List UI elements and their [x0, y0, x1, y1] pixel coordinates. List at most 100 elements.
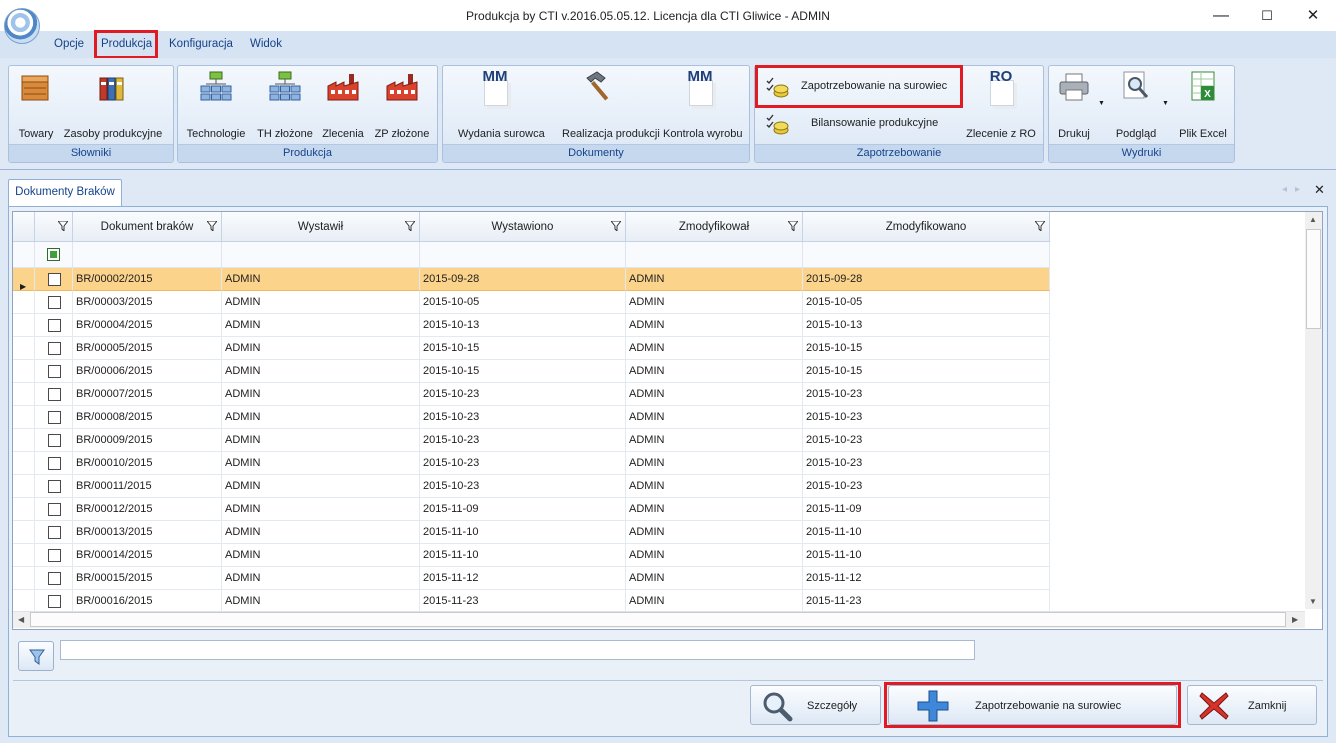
cell-zmodyfikowal[interactable]: ADMIN	[626, 590, 803, 613]
cell-wystawil[interactable]: ADMIN	[222, 291, 420, 314]
cell-dokument[interactable]: BR/00008/2015	[73, 406, 222, 429]
cell-wystawil[interactable]: ADMIN	[222, 429, 420, 452]
column-header-zmodyfikowal[interactable]: Zmodyfikował	[626, 212, 803, 242]
filter-funnel-icon[interactable]	[405, 221, 415, 231]
row-checkbox[interactable]	[48, 273, 61, 286]
cell-wystawiono[interactable]: 2015-11-09	[420, 498, 626, 521]
ribbon-button-plik-excel[interactable]: X Plik Excel	[1179, 68, 1227, 142]
minimize-button[interactable]: —	[1198, 0, 1244, 31]
table-row[interactable]: BR/00012/2015 ADMIN 2015-11-09 ADMIN 2015-11…	[13, 498, 1050, 521]
cell-zmodyfikowano[interactable]: 2015-11-10	[803, 521, 1050, 544]
table-row[interactable]: BR/00011/2015 ADMIN 2015-10-23 ADMIN 2015-10…	[13, 475, 1050, 498]
table-row[interactable]: BR/00006/2015 ADMIN 2015-10-15 ADMIN 2015-10…	[13, 360, 1050, 383]
ribbon-button-th-zlozone[interactable]: TH złożone	[257, 68, 313, 142]
drukuj-dropdown-icon[interactable]: ▼	[1098, 100, 1105, 107]
cell-zmodyfikowano[interactable]: 2015-10-13	[803, 314, 1050, 337]
column-header-wystawiono[interactable]: Wystawiono	[420, 212, 626, 242]
cell-wystawil[interactable]: ADMIN	[222, 475, 420, 498]
cell-dokument[interactable]: BR/00012/2015	[73, 498, 222, 521]
scroll-down-icon[interactable]: ▼	[1309, 597, 1317, 606]
filter-funnel-icon[interactable]	[58, 221, 68, 231]
ribbon-button-zlecenie-ro[interactable]: RO Zlecenie z RO	[966, 68, 1036, 142]
cell-wystawil[interactable]: ADMIN	[222, 268, 420, 291]
ribbon-button-towary[interactable]: Towary	[16, 68, 56, 142]
scroll-up-icon[interactable]: ▲	[1309, 215, 1317, 224]
cell-dokument[interactable]: BR/00015/2015	[73, 567, 222, 590]
cell-wystawil[interactable]: ADMIN	[222, 567, 420, 590]
row-checkbox[interactable]	[48, 296, 61, 309]
filter-cell-zmodyfikowal[interactable]	[626, 242, 803, 268]
table-row[interactable]: BR/00015/2015 ADMIN 2015-11-12 ADMIN 2015-11…	[13, 567, 1050, 590]
cell-dokument[interactable]: BR/00002/2015	[73, 268, 222, 291]
szczegoly-button[interactable]: Szczegóły	[750, 685, 881, 725]
tab-scroll-arrows-icon[interactable]: ◂▸	[1282, 184, 1308, 195]
row-checkbox[interactable]	[48, 480, 61, 493]
table-row[interactable]: ▶ BR/00002/2015 ADMIN 2015-09-28 ADMIN 2015-0…	[13, 268, 1050, 291]
cell-zmodyfikowano[interactable]: 2015-10-15	[803, 337, 1050, 360]
cell-wystawiono[interactable]: 2015-11-10	[420, 521, 626, 544]
table-row[interactable]: BR/00003/2015 ADMIN 2015-10-05 ADMIN 2015-10…	[13, 291, 1050, 314]
filter-cell-wystawiono[interactable]	[420, 242, 626, 268]
cell-wystawil[interactable]: ADMIN	[222, 544, 420, 567]
cell-wystawil[interactable]: ADMIN	[222, 314, 420, 337]
filter-cell-wystawil[interactable]	[222, 242, 420, 268]
vertical-scroll-thumb[interactable]	[1306, 229, 1321, 329]
cell-wystawiono[interactable]: 2015-11-10	[420, 544, 626, 567]
cell-wystawiono[interactable]: 2015-10-05	[420, 291, 626, 314]
table-row[interactable]: BR/00008/2015 ADMIN 2015-10-23 ADMIN 2015-10…	[13, 406, 1050, 429]
filter-funnel-icon[interactable]	[207, 221, 217, 231]
cell-zmodyfikowano[interactable]: 2015-10-23	[803, 383, 1050, 406]
row-checkbox[interactable]	[48, 319, 61, 332]
cell-zmodyfikowal[interactable]: ADMIN	[626, 337, 803, 360]
tab-close-icon[interactable]: ✕	[1314, 182, 1325, 198]
row-checkbox[interactable]	[48, 549, 61, 562]
cell-zmodyfikowano[interactable]: 2015-09-28	[803, 268, 1050, 291]
table-row[interactable]: BR/00010/2015 ADMIN 2015-10-23 ADMIN 2015-10…	[13, 452, 1050, 475]
ribbon-button-drukuj[interactable]: Drukuj	[1057, 68, 1091, 142]
ribbon-button-podglad[interactable]: Podgląd	[1116, 68, 1156, 142]
cell-zmodyfikowal[interactable]: ADMIN	[626, 544, 803, 567]
cell-zmodyfikowal[interactable]: ADMIN	[626, 429, 803, 452]
filter-text-input[interactable]	[60, 640, 975, 660]
menu-opcje[interactable]: Opcje	[54, 38, 84, 50]
cell-wystawiono[interactable]: 2015-10-23	[420, 406, 626, 429]
cell-dokument[interactable]: BR/00003/2015	[73, 291, 222, 314]
ribbon-button-kontrola[interactable]: MM Kontrola wyrobu	[663, 68, 743, 142]
cell-zmodyfikowano[interactable]: 2015-10-23	[803, 406, 1050, 429]
tab-dokumenty-brakow[interactable]: Dokumenty Braków	[8, 179, 122, 206]
scroll-right-icon[interactable]: ▶	[1292, 615, 1298, 624]
row-checkbox[interactable]	[48, 434, 61, 447]
cell-wystawil[interactable]: ADMIN	[222, 590, 420, 613]
cell-zmodyfikowal[interactable]: ADMIN	[626, 406, 803, 429]
cell-zmodyfikowal[interactable]: ADMIN	[626, 268, 803, 291]
cell-zmodyfikowano[interactable]: 2015-11-09	[803, 498, 1050, 521]
header-checkbox-cell[interactable]	[35, 212, 73, 242]
filter-row-checkbox-cell[interactable]	[35, 242, 73, 268]
cell-wystawiono[interactable]: 2015-09-28	[420, 268, 626, 291]
cell-zmodyfikowano[interactable]: 2015-11-10	[803, 544, 1050, 567]
cell-zmodyfikowano[interactable]: 2015-10-15	[803, 360, 1050, 383]
cell-dokument[interactable]: BR/00013/2015	[73, 521, 222, 544]
row-checkbox[interactable]	[48, 595, 61, 608]
row-checkbox[interactable]	[48, 388, 61, 401]
row-checkbox[interactable]	[48, 342, 61, 355]
cell-dokument[interactable]: BR/00009/2015	[73, 429, 222, 452]
row-checkbox[interactable]	[48, 572, 61, 585]
menu-konfiguracja[interactable]: Konfiguracja	[169, 38, 233, 50]
cell-wystawil[interactable]: ADMIN	[222, 452, 420, 475]
column-header-wystawil[interactable]: Wystawił	[222, 212, 420, 242]
cell-wystawiono[interactable]: 2015-10-15	[420, 360, 626, 383]
cell-wystawiono[interactable]: 2015-10-23	[420, 452, 626, 475]
table-row[interactable]: BR/00007/2015 ADMIN 2015-10-23 ADMIN 2015-10…	[13, 383, 1050, 406]
cell-dokument[interactable]: BR/00005/2015	[73, 337, 222, 360]
row-checkbox[interactable]	[48, 457, 61, 470]
filter-editor-button[interactable]	[18, 641, 54, 671]
cell-dokument[interactable]: BR/00016/2015	[73, 590, 222, 613]
cell-zmodyfikowano[interactable]: 2015-10-05	[803, 291, 1050, 314]
cell-zmodyfikowal[interactable]: ADMIN	[626, 383, 803, 406]
table-row[interactable]: BR/00016/2015 ADMIN 2015-11-23 ADMIN 2015-11…	[13, 590, 1050, 613]
cell-zmodyfikowano[interactable]: 2015-10-23	[803, 475, 1050, 498]
column-header-dokument[interactable]: Dokument braków	[73, 212, 222, 242]
cell-wystawiono[interactable]: 2015-10-23	[420, 429, 626, 452]
podglad-dropdown-icon[interactable]: ▼	[1162, 100, 1169, 107]
